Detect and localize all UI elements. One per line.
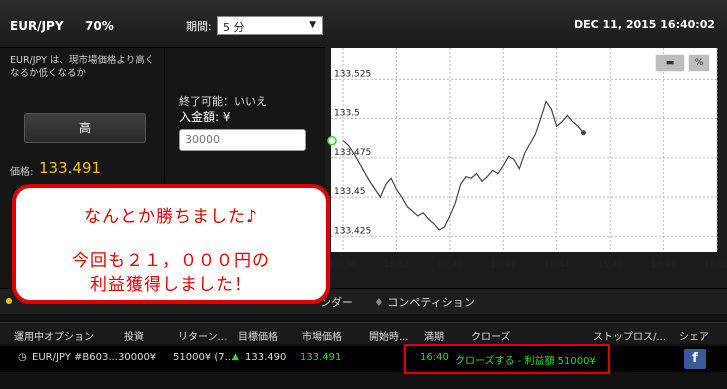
start-marker — [327, 135, 337, 146]
callout-line-2: 今回も２１，０００円の — [72, 251, 270, 271]
amount-label: 入金額: ¥ — [179, 110, 231, 124]
early-close-status: 終了可能：いいえ — [179, 95, 267, 108]
annotation-callout: なんとか勝ちました♪ 今回も２１，０００円の 利益獲得しました！ — [12, 184, 330, 304]
callout-line-3: 利益獲得しました！ — [90, 275, 252, 295]
y-tick-label: 133.5 — [334, 109, 360, 119]
tab-competition-label: コンペティション — [387, 296, 475, 309]
price-label: 価格: — [10, 167, 34, 178]
x-tick-label: 16:36 — [330, 260, 356, 270]
x-tick-label: 16:38 — [383, 260, 409, 270]
col-share[interactable]: シェア — [679, 328, 709, 343]
arrow-up-icon: ▲ — [232, 352, 239, 362]
y-tick-label: 133.525 — [334, 69, 371, 79]
period-select[interactable]: 5 分 ▼ — [217, 16, 323, 35]
chart-plot-area — [331, 48, 717, 252]
y-tick-label: 133.45 — [334, 187, 366, 197]
x-tick-label: 16:48 — [651, 260, 677, 270]
price-chart: 16:36 16:38 16:40 16:42 16:44 16:46 16:48 16:50… — [327, 48, 727, 270]
candle-icon[interactable]: ▬ — [655, 54, 685, 72]
row-market: 133.491 — [300, 352, 342, 363]
facebook-share-icon[interactable]: f — [684, 349, 706, 369]
active-dot-icon — [6, 298, 12, 304]
x-tick-label: 16:46 — [597, 260, 623, 270]
asset-pair[interactable]: EUR/JPY — [10, 19, 64, 33]
high-button[interactable]: 高 — [24, 113, 146, 143]
payout-rate: 70% — [85, 19, 114, 33]
col-stoploss[interactable]: ストップロス/... — [593, 328, 666, 343]
last-price-point — [580, 130, 586, 136]
x-tick-label: 16:42 — [490, 260, 516, 270]
col-option[interactable]: 運用中オプション — [14, 328, 94, 343]
prediction-question: EUR/JPY は、現市場価格より高くなるか低くなるか — [10, 55, 155, 79]
y-tick-label: 133.425 — [334, 226, 371, 236]
trophy-icon: ♦ — [374, 296, 388, 309]
y-tick-label: 133.475 — [334, 148, 371, 158]
x-tick-label: 16:50 — [704, 260, 727, 270]
current-price: 133.491 — [39, 159, 102, 177]
price-chart-panel: 16:36 16:38 16:40 16:42 16:44 16:46 16:48 16:50… — [325, 40, 727, 290]
row-investment: 30000¥ — [118, 352, 157, 363]
row-option: EUR/JPY #B603... — [32, 352, 118, 363]
table-row[interactable]: ◷ EUR/JPY #B603... 30000¥ 51000¥ (7... ▲… — [0, 346, 727, 372]
col-investment[interactable]: 投資 — [124, 328, 144, 343]
highlight-box — [404, 344, 610, 374]
row-return: 51000¥ (7... — [173, 352, 235, 363]
callout-line-1: なんとか勝ちました♪ — [84, 207, 258, 227]
col-target[interactable]: 目標価格 — [238, 328, 278, 343]
col-close[interactable]: クローズ — [471, 328, 511, 343]
col-market[interactable]: 市場価格 — [302, 328, 342, 343]
amount-input[interactable]: 30000 — [179, 129, 306, 151]
period-value: 5 分 — [223, 21, 245, 34]
x-tick-label: 16:44 — [544, 260, 570, 270]
percent-icon[interactable]: % — [688, 54, 710, 72]
row-target: 133.490 — [245, 352, 287, 363]
positions-table-header: 運用中オプション 投資 リターン... 目標価格 市場価格 開始時... 満期 … — [0, 322, 727, 344]
tab-competition[interactable]: ♦ コンペティション — [374, 294, 475, 310]
x-tick-label: 16:40 — [437, 260, 463, 270]
chevron-down-icon: ▼ — [309, 20, 316, 30]
period-label: 期間: — [186, 20, 212, 33]
clock-icon: ◷ — [18, 352, 27, 363]
col-return[interactable]: リターン... — [178, 328, 227, 343]
col-start[interactable]: 開始時... — [369, 328, 409, 343]
col-expiry[interactable]: 満期 — [424, 328, 444, 343]
server-datetime: DEC 11, 2015 16:40:02 — [573, 18, 715, 31]
